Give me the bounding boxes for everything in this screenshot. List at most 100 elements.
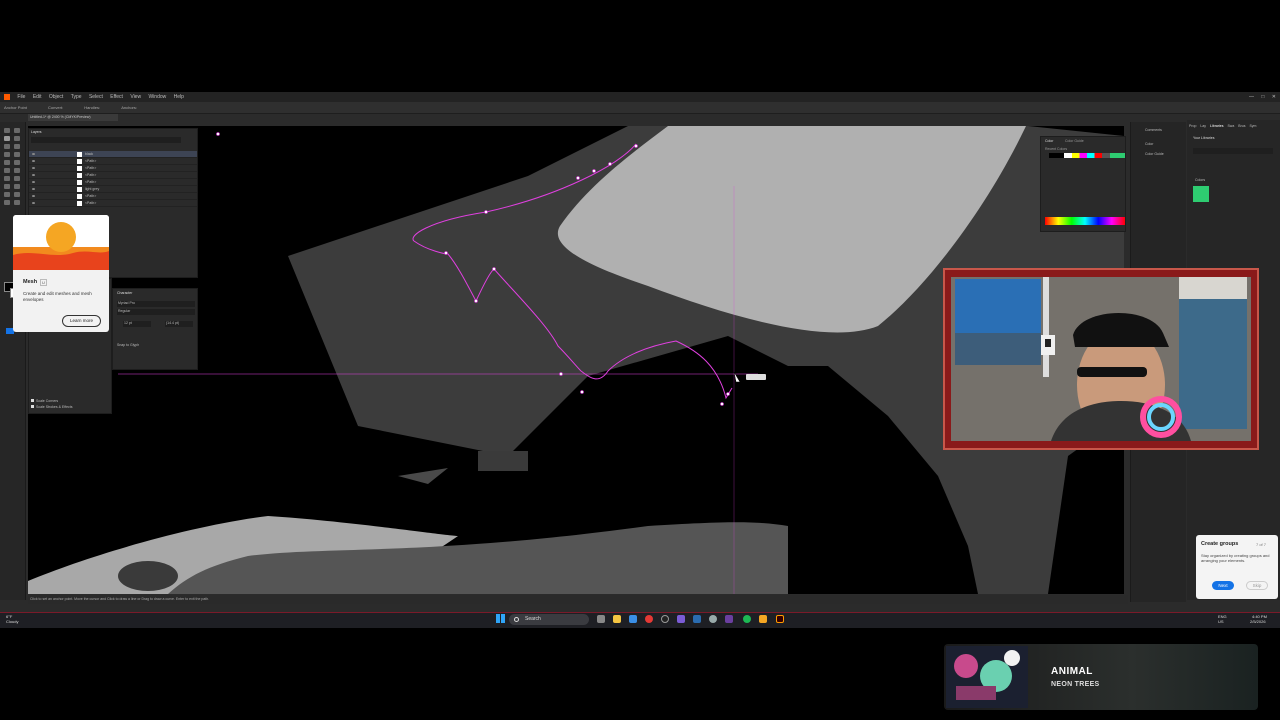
close-icon[interactable]: ✕ bbox=[1272, 94, 1276, 100]
task-view-icon[interactable] bbox=[597, 615, 605, 623]
visibility-eye-icon[interactable] bbox=[32, 202, 35, 204]
layer-row[interactable]: <Path> bbox=[29, 200, 197, 207]
selection-tool-icon[interactable] bbox=[4, 128, 10, 133]
minimize-icon[interactable]: — bbox=[1249, 94, 1254, 100]
control-anchors[interactable]: Anchors: bbox=[121, 105, 137, 110]
visibility-eye-icon[interactable] bbox=[32, 195, 35, 197]
tab-swatches[interactable]: Swa bbox=[1227, 124, 1234, 128]
eraser-tool-icon[interactable] bbox=[14, 160, 20, 165]
eyedropper-tool-icon[interactable] bbox=[14, 192, 20, 197]
layer-row[interactable]: light grey bbox=[29, 186, 197, 193]
direct-selection-tool-icon[interactable] bbox=[14, 128, 20, 133]
app-icon-blue[interactable] bbox=[693, 615, 701, 623]
app-icon-yellow[interactable] bbox=[759, 615, 767, 623]
app-icon-active[interactable] bbox=[677, 615, 685, 623]
gradient-tool-icon[interactable] bbox=[4, 192, 10, 197]
color-spectrum-bar[interactable] bbox=[1045, 217, 1125, 225]
app-icon-purple[interactable] bbox=[725, 615, 733, 623]
anchor-point bbox=[484, 210, 488, 214]
type-tool-icon[interactable] bbox=[4, 144, 10, 149]
search-icon bbox=[514, 617, 519, 622]
tab-brushes[interactable]: Brus bbox=[1238, 124, 1245, 128]
rotate-tool-icon[interactable] bbox=[4, 168, 10, 173]
visibility-eye-icon[interactable] bbox=[32, 181, 35, 183]
layer-thumbnail bbox=[77, 201, 82, 206]
layers-search[interactable] bbox=[31, 137, 181, 143]
scale-corners-option[interactable]: Scale Corners bbox=[31, 399, 58, 403]
layer-row[interactable]: black bbox=[29, 151, 197, 158]
spotify-icon[interactable] bbox=[743, 615, 751, 623]
learn-more-button[interactable]: Learn more bbox=[62, 315, 101, 327]
window-controls[interactable]: — □ ✕ bbox=[1249, 92, 1276, 102]
scale-strokes-option[interactable]: Scale Strokes & Effects bbox=[31, 405, 73, 409]
tab-layers[interactable]: Lay bbox=[1200, 124, 1206, 128]
control-handles[interactable]: Handles: bbox=[84, 105, 100, 110]
shape-builder-tool-icon[interactable] bbox=[4, 184, 10, 189]
line-tool-icon[interactable] bbox=[14, 144, 20, 149]
libraries-search[interactable] bbox=[1193, 148, 1273, 154]
settings-icon[interactable] bbox=[709, 615, 717, 623]
chrome-icon[interactable] bbox=[645, 615, 653, 623]
control-convert[interactable]: Convert: bbox=[48, 105, 63, 110]
visibility-eye-icon[interactable] bbox=[32, 153, 35, 155]
comments-dock-item[interactable]: Comments bbox=[1145, 128, 1162, 132]
font-family-field[interactable]: Myriad Pro bbox=[117, 301, 195, 307]
width-tool-icon[interactable] bbox=[4, 176, 10, 181]
visibility-eye-icon[interactable] bbox=[32, 167, 35, 169]
layer-row[interactable]: <Path> bbox=[29, 165, 197, 172]
free-transform-tool-icon[interactable] bbox=[14, 176, 20, 181]
taskbar-search[interactable]: Search bbox=[509, 614, 589, 625]
leading-field[interactable]: (14.4 pt) bbox=[165, 321, 193, 327]
libraries-title[interactable]: Your Libraries bbox=[1193, 136, 1214, 140]
file-explorer-icon[interactable] bbox=[613, 615, 621, 623]
tab-symbols[interactable]: Sym bbox=[1249, 124, 1256, 128]
groups-tip-next-button[interactable]: Next bbox=[1212, 581, 1234, 590]
maximize-icon[interactable]: □ bbox=[1261, 94, 1264, 100]
color-tab[interactable]: Color bbox=[1045, 139, 1053, 143]
curvature-tool-icon[interactable] bbox=[14, 136, 20, 141]
layers-tab[interactable]: Layers bbox=[31, 130, 42, 134]
menu-view[interactable]: View bbox=[130, 92, 141, 102]
visibility-eye-icon[interactable] bbox=[32, 160, 35, 162]
menu-select[interactable]: Select bbox=[89, 92, 103, 102]
document-tab[interactable]: Untitled-1* @ 2400 % (CMYK/Preview) bbox=[28, 114, 118, 121]
visibility-eye-icon[interactable] bbox=[32, 174, 35, 176]
layer-row[interactable]: <Path> bbox=[29, 179, 197, 186]
color-guide-dock-item[interactable]: Color Guide bbox=[1145, 152, 1164, 156]
recent-swatches[interactable] bbox=[1049, 153, 1125, 158]
menu-window[interactable]: Window bbox=[148, 92, 166, 102]
pencil-tool-icon[interactable] bbox=[4, 160, 10, 165]
obs-icon[interactable] bbox=[661, 615, 669, 623]
visibility-eye-icon[interactable] bbox=[32, 188, 35, 190]
menu-object[interactable]: Object bbox=[49, 92, 63, 102]
color-dock-item[interactable]: Color bbox=[1145, 142, 1153, 146]
zoom-tool-icon[interactable] bbox=[14, 200, 20, 205]
menu-effect[interactable]: Effect bbox=[110, 92, 123, 102]
weather-widget[interactable]: 6°F Cloudy bbox=[6, 614, 18, 624]
checkbox-icon[interactable] bbox=[31, 405, 34, 408]
pen-tool-icon[interactable] bbox=[4, 136, 10, 141]
layer-row[interactable]: <Path> bbox=[29, 193, 197, 200]
checkbox-icon[interactable] bbox=[31, 399, 34, 402]
mesh-tool-icon[interactable] bbox=[14, 184, 20, 189]
layer-row[interactable]: <Path> bbox=[29, 158, 197, 165]
menu-file[interactable]: File bbox=[17, 92, 25, 102]
menu-edit[interactable]: Edit bbox=[33, 92, 42, 102]
paintbrush-tool-icon[interactable] bbox=[14, 152, 20, 157]
menu-type[interactable]: Type bbox=[71, 92, 82, 102]
rectangle-tool-icon[interactable] bbox=[4, 152, 10, 157]
tab-properties[interactable]: Prop bbox=[1189, 124, 1196, 128]
photos-app-icon[interactable] bbox=[629, 615, 637, 623]
hand-tool-icon[interactable] bbox=[4, 200, 10, 205]
library-color-swatch[interactable] bbox=[1193, 186, 1209, 202]
illustrator-icon[interactable] bbox=[776, 615, 784, 623]
font-size-field[interactable]: 12 pt bbox=[123, 321, 151, 327]
scale-tool-icon[interactable] bbox=[14, 168, 20, 173]
groups-tip-skip-button[interactable]: Skip bbox=[1246, 581, 1268, 590]
font-style-field[interactable]: Regular bbox=[117, 309, 195, 315]
tab-libraries[interactable]: Libraries bbox=[1210, 124, 1223, 128]
menu-help[interactable]: Help bbox=[174, 92, 184, 102]
layer-row[interactable]: <Path> bbox=[29, 172, 197, 179]
start-button-icon[interactable] bbox=[496, 614, 505, 623]
color-guide-tab[interactable]: Color Guide bbox=[1065, 139, 1084, 143]
